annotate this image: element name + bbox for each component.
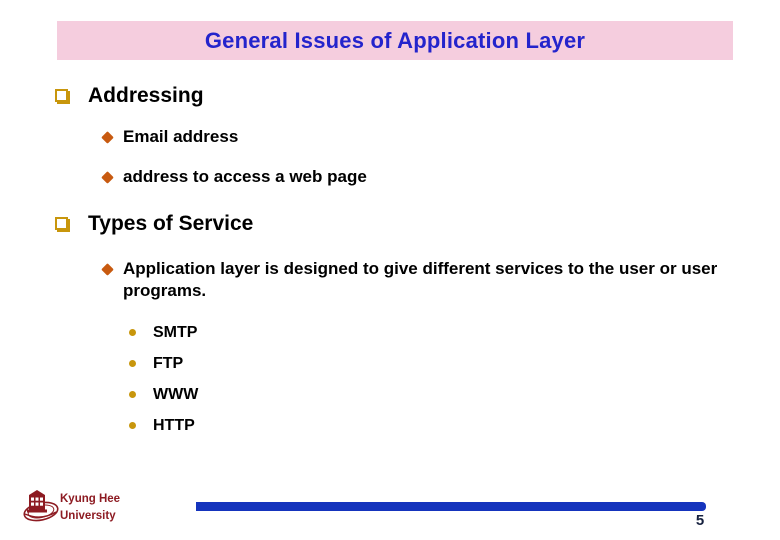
kyung-hee-university-crest-logo-icon [21,487,61,527]
bullet-web-address: address to access a web page [0,166,780,188]
bullet-app-layer-description-label: Application layer is designed to give di… [123,259,718,300]
round-dot-bullet-icon [129,360,136,367]
round-dot-bullet-icon [129,329,136,336]
bullet-addressing: Addressing [0,83,780,109]
university-name-line2: University [60,510,116,522]
round-dot-bullet-icon [129,391,136,398]
bullet-www-label: WWW [153,386,199,403]
bullet-web-address-label: address to access a web page [123,167,367,186]
round-dot-bullet-icon [129,422,136,429]
slide-content: Addressing Email address address to acce… [0,60,780,441]
footer-accent-bar [196,502,706,511]
bullet-email-address-label: Email address [123,127,239,146]
university-name: Kyung Hee University [60,491,120,525]
university-name-line1: Kyung Hee [60,493,121,505]
page-number: 5 [695,512,705,529]
bullet-types-of-service: Types of Service [0,211,780,237]
bullet-http-label: HTTP [153,417,195,434]
bullet-ftp-label: FTP [153,355,184,372]
bullet-smtp-label: SMTP [153,324,198,341]
bullet-app-layer-description: Application layer is designed to give di… [0,258,743,302]
bullet-http: HTTP [0,410,780,441]
title-banner: General Issues of Application Layer [57,21,733,60]
bullet-types-of-service-label: Types of Service [88,212,254,235]
page-title: General Issues of Application Layer [204,28,586,53]
slide-canvas: General Issues of Application Layer Addr… [0,0,780,540]
diamond-bullet-icon [101,263,114,276]
bullet-www: WWW [0,379,780,410]
hollow-square-bullet-icon [55,217,68,230]
hollow-square-bullet-icon [55,89,68,102]
diamond-bullet-icon [101,131,114,144]
bullet-addressing-label: Addressing [88,84,204,107]
bullet-email-address: Email address [0,126,780,148]
bullet-smtp: SMTP [0,317,780,348]
bullet-ftp: FTP [0,348,780,379]
diamond-bullet-icon [101,171,114,184]
